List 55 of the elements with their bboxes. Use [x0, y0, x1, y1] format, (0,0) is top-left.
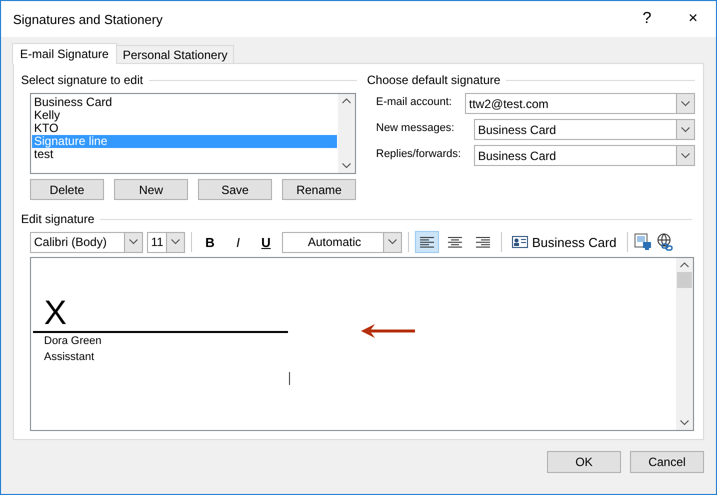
align-center-icon [448, 236, 462, 248]
signature-mark: X [44, 296, 68, 330]
format-button[interactable]: I [226, 231, 250, 253]
align-button[interactable] [415, 231, 439, 253]
business-card-button[interactable]: Business Card [508, 231, 621, 253]
tab[interactable]: E-mail Signature [12, 43, 117, 64]
action-button[interactable]: Save [198, 179, 272, 200]
action-button[interactable]: Rename [282, 179, 356, 200]
hyperlink-icon[interactable] [656, 233, 674, 251]
contact-card-icon [512, 236, 528, 248]
size-dropdown[interactable]: 11 [147, 232, 185, 252]
list-item[interactable]: Kelly [32, 109, 337, 122]
chevron-down-icon [171, 239, 180, 245]
dropdown[interactable]: Business Card [474, 145, 695, 166]
signature-editor[interactable]: X Dora Green Assisstant [30, 257, 694, 431]
list-item[interactable]: KTO [32, 122, 337, 135]
color-dropdown[interactable]: Automatic [282, 232, 402, 252]
list-item[interactable]: test [32, 148, 337, 161]
scrollbar-thumb[interactable] [677, 272, 692, 288]
help-button[interactable]: ? [624, 2, 670, 36]
field-label: Replies/forwards: [376, 147, 462, 160]
signature-list[interactable]: Business Card Kelly KTO Signature line test [30, 93, 356, 174]
chevron-up-icon [342, 98, 351, 104]
chevron-down-icon [681, 152, 690, 158]
dropdown[interactable]: ttw2@test.com [465, 93, 695, 114]
align-right-icon [476, 236, 490, 248]
chevron-down-icon [680, 420, 689, 426]
group-label: Choose default signature [367, 73, 500, 87]
tab[interactable]: Personal Stationery [116, 45, 234, 63]
chevron-down-icon [342, 163, 351, 169]
action-button[interactable]: New [114, 179, 188, 200]
signature-text: Assisstant [44, 350, 96, 365]
picture-icon[interactable] [634, 233, 652, 251]
close-button[interactable]: × [670, 2, 716, 36]
text-cursor [289, 372, 290, 385]
window-title: Signatures and Stationery [13, 12, 164, 26]
group-label: Select signature to edit [21, 73, 144, 87]
chevron-down-icon [129, 239, 138, 245]
dropdown[interactable]: Business Card [474, 119, 695, 140]
dialog-button[interactable]: Cancel [630, 451, 704, 473]
chevron-down-icon [681, 126, 690, 132]
align-left-icon [420, 236, 434, 248]
field-label: New messages: [376, 121, 456, 134]
chevron-up-icon [680, 262, 689, 268]
list-item[interactable]: Business Card [32, 96, 337, 109]
font-dropdown[interactable]: Calibri (Body) [30, 232, 143, 252]
chevron-down-icon [388, 239, 397, 245]
format-button[interactable]: B [198, 231, 222, 253]
signature-text: Dora Green [44, 334, 102, 349]
chevron-down-icon [681, 100, 690, 106]
action-button[interactable]: Delete [30, 179, 104, 200]
group-label: Edit signature [21, 212, 94, 226]
arrow-icon [361, 324, 417, 338]
dialog-button[interactable]: OK [547, 451, 621, 473]
format-button[interactable]: U [254, 231, 278, 253]
